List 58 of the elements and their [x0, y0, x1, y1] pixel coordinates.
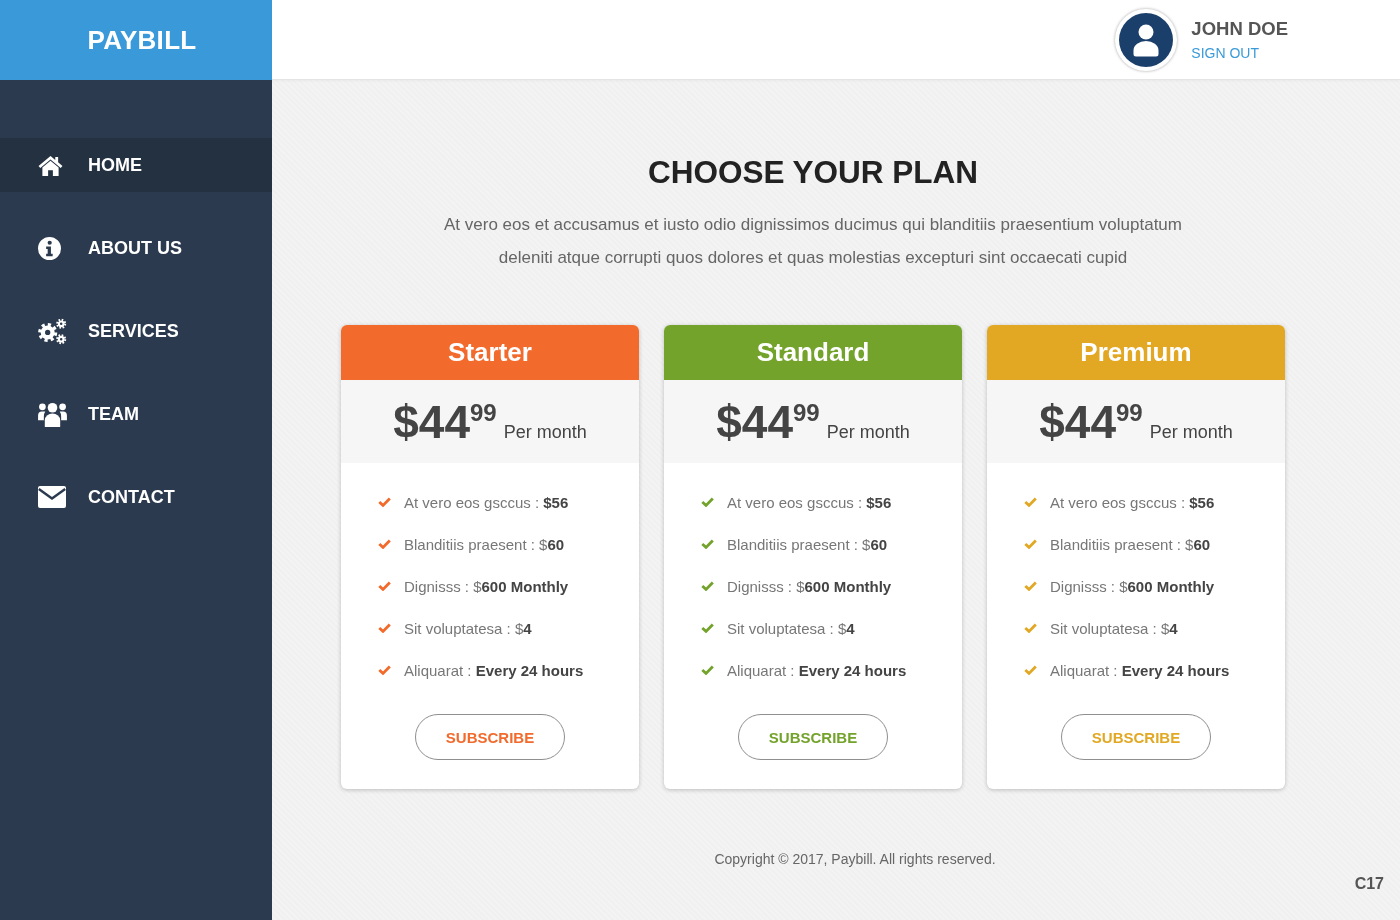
feature-text: Dignisss : $600 Monthly [404, 577, 569, 595]
price-cents: 99 [470, 399, 497, 426]
check-icon [378, 665, 391, 675]
check-icon [1024, 623, 1037, 633]
check-icon [1024, 581, 1037, 591]
check-icon [378, 497, 391, 507]
intro-text: At vero eos et accusamus et iusto odio dignissimos ducimus qui blanditiis praesentium voluptatum deleniti atque corrupti quos dolores et quas molestias excepturi sint occaecati cupid [443, 214, 1183, 269]
envelope-icon [38, 486, 66, 508]
feature-text: Dignisss : $600 Monthly [727, 577, 892, 595]
gears-icon [38, 317, 67, 345]
feature-text: At vero eos gsccus : $56 [727, 493, 892, 511]
check-icon [378, 581, 391, 591]
feature-text: At vero eos gsccus : $56 [404, 493, 569, 511]
feature-text: Aliquarat : Every 24 hours [404, 661, 584, 679]
feature-text: Aliquarat : Every 24 hours [727, 661, 907, 679]
nav-item[interactable]: CONTACT [0, 470, 272, 524]
price-period: Per month [503, 422, 587, 442]
price-amount: $44 [716, 396, 793, 448]
home-icon [38, 154, 63, 176]
feature-text: Sit voluptatesa : $4 [404, 619, 532, 637]
check-icon [1024, 665, 1037, 675]
check-icon [378, 623, 391, 633]
feature-text: Dignisss : $600 Monthly [1050, 577, 1215, 595]
price-period: Per month [1149, 422, 1233, 442]
feature-text: Aliquarat : Every 24 hours [1050, 661, 1230, 679]
check-icon [701, 539, 714, 549]
logo: PAYBILL [0, 0, 272, 80]
plan-title: Premium [987, 325, 1285, 380]
users-icon [38, 401, 67, 427]
nav-item[interactable]: SERVICES [0, 304, 272, 358]
feature-text: Sit voluptatesa : $4 [727, 619, 855, 637]
price-cents: 99 [1116, 399, 1143, 426]
page-code: C17 [1354, 874, 1384, 894]
check-icon [1024, 497, 1037, 507]
copyright-text: Copyright © 2017, Paybill. All rights reserved. [714, 850, 996, 869]
plan-title: Starter [341, 325, 639, 380]
nav-item[interactable]: ABOUT US [0, 221, 272, 275]
check-icon [701, 623, 714, 633]
check-icon [378, 539, 391, 549]
user-name: JOHN DOE [1191, 17, 1288, 40]
info-icon [38, 236, 61, 260]
nav-item[interactable]: HOME [0, 138, 272, 192]
feature-text: At vero eos gsccus : $56 [1050, 493, 1215, 511]
feature-text: Sit voluptatesa : $4 [1050, 619, 1178, 637]
check-icon [701, 581, 714, 591]
price-amount: $44 [393, 396, 470, 448]
feature-text: Blanditiis praesent : $60 [404, 535, 565, 553]
check-icon [701, 497, 714, 507]
page-title: CHOOSE YOUR PLAN [646, 153, 980, 192]
check-icon [1024, 539, 1037, 549]
nav-item[interactable]: TEAM [0, 387, 272, 441]
price-amount: $44 [1039, 396, 1116, 448]
price-period: Per month [826, 422, 910, 442]
feature-text: Blanditiis praesent : $60 [727, 535, 888, 553]
price-cents: 99 [793, 399, 820, 426]
feature-text: Blanditiis praesent : $60 [1050, 535, 1211, 553]
plan-title: Standard [664, 325, 962, 380]
check-icon [701, 665, 714, 675]
